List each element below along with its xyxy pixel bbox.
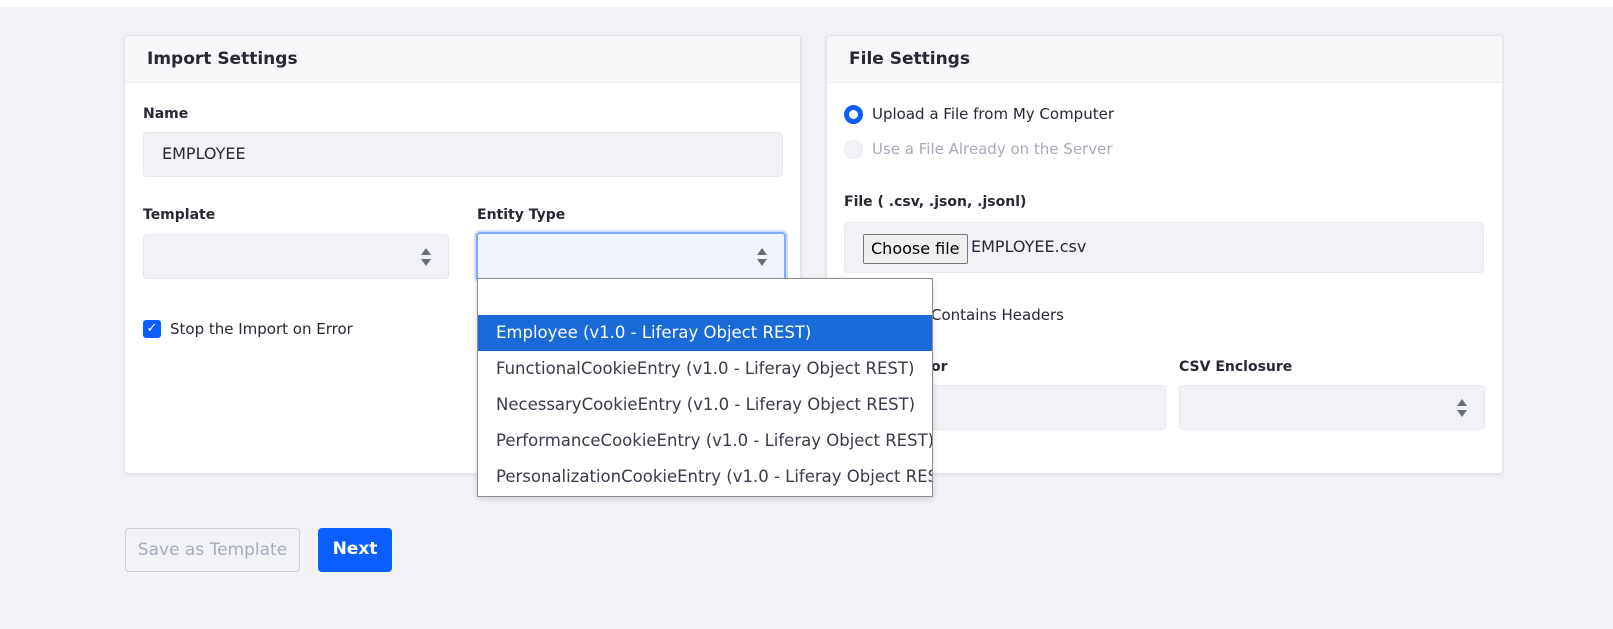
next-button[interactable]: Next [318,528,392,572]
name-input[interactable]: EMPLOYEE [143,132,783,177]
file-label: File ( .csv, .json, .jsonl) [844,194,1027,210]
dropdown-option-personalization-cookie[interactable]: PersonalizationCookieEntry (v1.0 - Lifer… [478,459,932,495]
dropdown-option-employee[interactable]: Employee (v1.0 - Liferay Object REST) [478,315,932,351]
entity-type-label: Entity Type [477,207,566,223]
server-file-radio [844,140,863,159]
server-file-label: Use a File Already on the Server [872,140,1113,158]
select-arrows-icon [420,247,432,266]
csv-separator-label: or [931,359,948,375]
template-label: Template [143,207,216,223]
stop-on-error-label: Stop the Import on Error [170,320,353,338]
import-settings-title: Import Settings [125,36,800,83]
csv-enclosure-label: CSV Enclosure [1179,359,1293,375]
template-select[interactable] [143,234,449,279]
choose-file-button[interactable]: Choose file [863,234,968,264]
dropdown-option-functional-cookie[interactable]: FunctionalCookieEntry (v1.0 - Liferay Ob… [478,351,932,387]
stop-on-error-checkbox[interactable]: ✓ [143,320,161,338]
file-settings-title: File Settings [827,36,1502,83]
dropdown-option-performance-cookie[interactable]: PerformanceCookieEntry (v1.0 - Liferay O… [478,423,932,459]
name-input-value: EMPLOYEE [162,144,246,163]
dropdown-option-necessary-cookie[interactable]: NecessaryCookieEntry (v1.0 - Liferay Obj… [478,387,932,423]
contains-headers-label: Contains Headers [931,306,1064,324]
select-arrows-icon [756,247,768,266]
upload-file-radio[interactable] [844,105,863,124]
file-name: EMPLOYEE.csv [971,237,1087,256]
top-bar [0,0,1613,7]
upload-file-label: Upload a File from My Computer [872,105,1114,123]
save-as-template-button[interactable]: Save as Template [125,528,300,572]
file-input[interactable]: Choose file EMPLOYEE.csv [844,222,1484,273]
name-label: Name [143,106,189,122]
entity-type-select[interactable] [476,232,786,281]
entity-type-dropdown: Employee (v1.0 - Liferay Object REST) Fu… [477,278,933,497]
dropdown-option-empty[interactable] [478,279,932,315]
csv-enclosure-select[interactable] [1179,385,1485,430]
select-arrows-icon [1456,398,1468,417]
